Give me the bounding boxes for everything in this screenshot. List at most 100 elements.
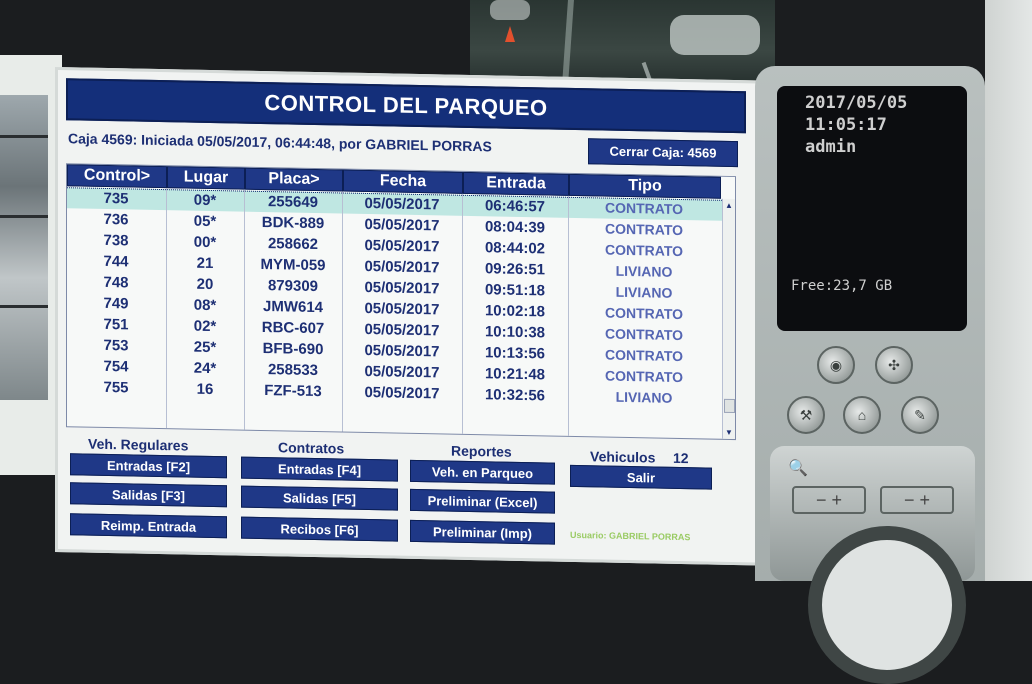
- cell-control: 735: [103, 189, 129, 208]
- cell-entrada: 10:10:38: [484, 323, 546, 342]
- zoom-plus-minus-button[interactable]: − +: [792, 486, 866, 514]
- cell-tipo: CONTRATO: [604, 220, 684, 239]
- cell-placa: 255649: [267, 193, 319, 212]
- column-header-entrada[interactable]: Entrada: [463, 171, 569, 196]
- vehicle-count: 12: [673, 449, 689, 467]
- cell-lugar: 09*: [193, 191, 217, 210]
- cell-tipo: CONTRATO: [604, 325, 684, 344]
- contratos-salidas-button[interactable]: Salidas [F5]: [241, 485, 398, 511]
- dvr-screen: 2017/05/05 11:05:17 admin Free:23,7 GB: [777, 86, 967, 331]
- cell-fecha: 05/05/2017: [364, 236, 440, 256]
- cell-placa: 879309: [267, 277, 319, 296]
- monitor-bezel-right: [985, 0, 1032, 581]
- scroll-down-icon[interactable]: ▼: [725, 428, 733, 437]
- column-header-lugar[interactable]: Lugar: [167, 166, 245, 190]
- vehicles-table: Control> Lugar Placa> Fecha Entrada Tipo…: [66, 163, 736, 441]
- reimp-entrada-button[interactable]: Reimp. Entrada: [70, 513, 227, 539]
- cell-tipo: CONTRATO: [604, 304, 684, 323]
- focus-plus-minus-button[interactable]: − +: [880, 486, 954, 514]
- cell-entrada: 10:32:56: [484, 386, 546, 405]
- cell-tipo: LIVIANO: [615, 283, 673, 301]
- cell-control: 736: [103, 210, 129, 229]
- cell-tipo: CONTRATO: [604, 241, 684, 260]
- cell-control: 748: [103, 273, 129, 292]
- column-header-control[interactable]: Control>: [67, 164, 167, 189]
- dvr-control-pad: 🔍 − + − +: [770, 446, 975, 684]
- cell-control: 753: [103, 336, 129, 355]
- column-header-tipo[interactable]: Tipo: [569, 173, 721, 199]
- cell-fecha: 05/05/2017: [364, 194, 440, 214]
- cell-tipo: CONTRATO: [604, 346, 684, 365]
- user-label: Usuario: GABRIEL PORRAS: [570, 529, 691, 543]
- contratos-entradas-button[interactable]: Entradas [F4]: [241, 456, 398, 482]
- page-title: CONTROL DEL PARQUEO: [66, 78, 746, 134]
- close-register-button[interactable]: Cerrar Caja: 4569: [588, 138, 738, 168]
- cell-fecha: 05/05/2017: [364, 278, 440, 298]
- cell-placa: JMW614: [262, 297, 324, 317]
- parking-control-window: CONTROL DEL PARQUEO Caja 4569: Iniciada …: [55, 67, 760, 566]
- cell-entrada: 10:21:48: [484, 365, 546, 384]
- cell-fecha: 05/05/2017: [364, 299, 440, 319]
- cell-fecha: 05/05/2017: [364, 383, 440, 403]
- section-label-vehiculos: Vehiculos: [590, 448, 656, 466]
- session-info: Caja 4569: Iniciada 05/05/2017, 06:44:48…: [68, 130, 492, 155]
- cell-placa: 258662: [267, 235, 319, 254]
- tool-knob-icon[interactable]: ⚒: [787, 396, 825, 434]
- preliminar-excel-button[interactable]: Preliminar (Excel): [410, 488, 555, 514]
- cell-entrada: 06:46:57: [484, 197, 546, 216]
- dvr-date: 2017/05/05: [805, 93, 908, 113]
- jog-wheel[interactable]: [808, 526, 966, 684]
- dvr-time: 11:05:17: [805, 115, 887, 135]
- cell-fecha: 05/05/2017: [364, 215, 440, 235]
- recibos-button[interactable]: Recibos [F6]: [241, 516, 398, 542]
- column-header-placa[interactable]: Placa>: [245, 167, 343, 192]
- cell-tipo: CONTRATO: [604, 367, 684, 386]
- cell-tipo: CONTRATO: [604, 199, 684, 218]
- camera-knob-icon[interactable]: ◉: [817, 346, 855, 384]
- cell-lugar: 20: [196, 275, 214, 294]
- dvr-user: admin: [805, 137, 857, 157]
- regulares-salidas-button[interactable]: Salidas [F3]: [70, 482, 227, 508]
- ptz-knob-icon[interactable]: ✣: [875, 346, 913, 384]
- preliminar-imp-button[interactable]: Preliminar (Imp): [410, 519, 555, 545]
- exit-button[interactable]: Salir: [570, 464, 712, 490]
- column-header-fecha[interactable]: Fecha: [343, 169, 463, 194]
- cell-entrada: 09:26:51: [484, 260, 546, 279]
- regulares-entradas-button[interactable]: Entradas [F2]: [70, 453, 227, 479]
- cell-placa: RBC-607: [261, 318, 325, 338]
- dvr-datetime: 2017/05/05 11:05:17 admin: [805, 92, 907, 158]
- cell-tipo: LIVIANO: [615, 388, 673, 406]
- cell-entrada: 10:02:18: [484, 302, 546, 321]
- table-scrollbar[interactable]: ▲ ▼: [722, 198, 735, 440]
- cell-control: 744: [103, 252, 129, 271]
- cell-fecha: 05/05/2017: [364, 257, 440, 277]
- cell-entrada: 10:13:56: [484, 344, 546, 363]
- veh-en-parqueo-button[interactable]: Veh. en Parqueo: [410, 459, 555, 485]
- scroll-thumb[interactable]: [724, 398, 735, 414]
- cell-control: 738: [103, 231, 129, 250]
- section-label-reportes: Reportes: [451, 442, 512, 460]
- section-label-contratos: Contratos: [278, 439, 345, 457]
- cell-lugar: 25*: [193, 338, 217, 357]
- cell-control: 754: [103, 357, 129, 376]
- camera-feed-left: [0, 95, 48, 400]
- settings-knob-icon[interactable]: ✎: [901, 396, 939, 434]
- cell-fecha: 05/05/2017: [364, 341, 440, 361]
- cell-control: 749: [103, 294, 129, 313]
- cell-lugar: 21: [196, 254, 214, 273]
- scroll-up-icon[interactable]: ▲: [725, 201, 733, 210]
- section-label-regulares: Veh. Regulares: [88, 435, 189, 454]
- cell-placa: BFB-690: [262, 339, 324, 359]
- dvr-free-space: Free:23,7 GB: [791, 278, 893, 294]
- camera-feed-top: [470, 0, 775, 85]
- cell-lugar: 08*: [193, 296, 217, 315]
- cell-placa: BDK-889: [261, 213, 325, 233]
- zoom-icon: 🔍: [788, 460, 808, 477]
- cell-entrada: 08:04:39: [484, 218, 546, 237]
- cell-entrada: 08:44:02: [484, 239, 546, 258]
- cell-fecha: 05/05/2017: [364, 362, 440, 382]
- cell-control: 751: [103, 315, 129, 334]
- home-knob-icon[interactable]: ⌂: [843, 396, 881, 434]
- cell-lugar: 24*: [193, 359, 217, 378]
- cell-lugar: 16: [196, 380, 214, 399]
